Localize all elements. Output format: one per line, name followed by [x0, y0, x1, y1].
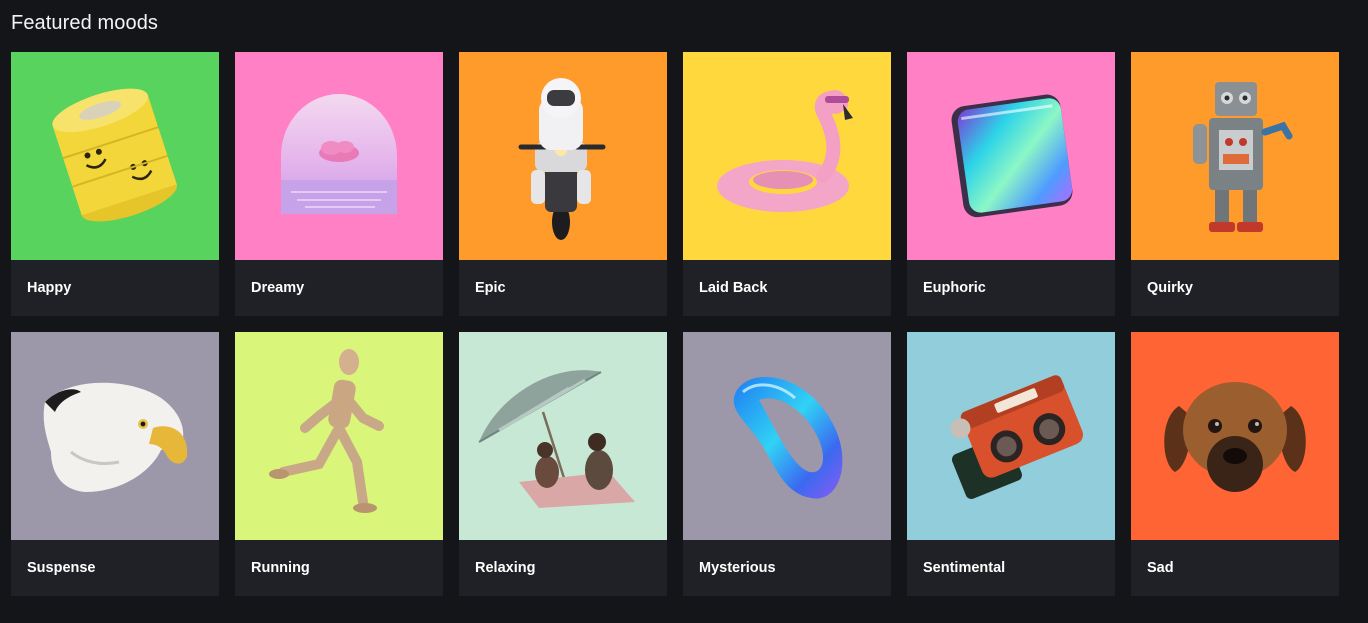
- mood-label: Quirky: [1147, 280, 1193, 296]
- mood-art: [1131, 52, 1339, 260]
- mood-card-sad[interactable]: Sad: [1131, 332, 1339, 596]
- mood-art: [235, 52, 443, 260]
- mood-card-euphoric[interactable]: Euphoric: [907, 52, 1115, 316]
- mood-card-sentimental[interactable]: Sentimental: [907, 332, 1115, 596]
- mood-card-epic[interactable]: Epic: [459, 52, 667, 316]
- mood-card-laid-back[interactable]: Laid Back: [683, 52, 891, 316]
- mood-card-happy[interactable]: Happy: [11, 52, 219, 316]
- mood-label: Laid Back: [699, 280, 768, 296]
- mood-art: [11, 332, 219, 540]
- mood-art: [683, 332, 891, 540]
- eagle-icon: [43, 382, 188, 492]
- mood-label: Mysterious: [699, 560, 776, 576]
- mood-art: [11, 52, 219, 260]
- moods-grid: Happy Dreamy Epic Laid Back Euphoric Qui…: [11, 52, 1339, 596]
- toy-robot-icon: [1193, 82, 1293, 232]
- mood-art: [683, 52, 891, 260]
- mood-label: Relaxing: [475, 560, 536, 576]
- mood-label: Sentimental: [923, 560, 1006, 576]
- mood-label: Epic: [475, 280, 506, 296]
- featured-moods-section: Featured moods Happy Dreamy Epic Laid Ba…: [0, 0, 1368, 623]
- section-title: Featured moods: [11, 12, 159, 34]
- viewmaster-icon: [950, 375, 1084, 499]
- flamingo-float-icon: [717, 90, 853, 212]
- mood-label: Suspense: [27, 560, 96, 576]
- mood-card-quirky[interactable]: Quirky: [1131, 52, 1339, 316]
- smiley-tape-icon: [52, 88, 178, 222]
- glass-ring-icon: [733, 376, 843, 499]
- mood-label: Running: [251, 560, 310, 576]
- arch-cloud-icon: [281, 94, 397, 214]
- mood-art: [1131, 332, 1339, 540]
- wooden-mannequin-icon: [269, 349, 384, 513]
- puppy-icon: [1164, 382, 1306, 492]
- mood-label: Sad: [1147, 560, 1174, 576]
- mood-art: [459, 332, 667, 540]
- mood-card-mysterious[interactable]: Mysterious: [683, 332, 891, 596]
- mood-card-suspense[interactable]: Suspense: [11, 332, 219, 596]
- mood-card-dreamy[interactable]: Dreamy: [235, 52, 443, 316]
- mood-card-running[interactable]: Running: [235, 332, 443, 596]
- mood-art: [235, 332, 443, 540]
- mood-art: [907, 332, 1115, 540]
- mood-label: Dreamy: [251, 280, 305, 296]
- beach-umbrella-icon: [478, 370, 635, 508]
- mood-label: Happy: [27, 280, 72, 296]
- astronaut-motorcycle-icon: [518, 78, 606, 240]
- iridescent-cube-icon: [951, 94, 1073, 218]
- mood-art: [907, 52, 1115, 260]
- mood-card-relaxing[interactable]: Relaxing: [459, 332, 667, 596]
- mood-label: Euphoric: [923, 280, 986, 296]
- mood-art: [459, 52, 667, 260]
